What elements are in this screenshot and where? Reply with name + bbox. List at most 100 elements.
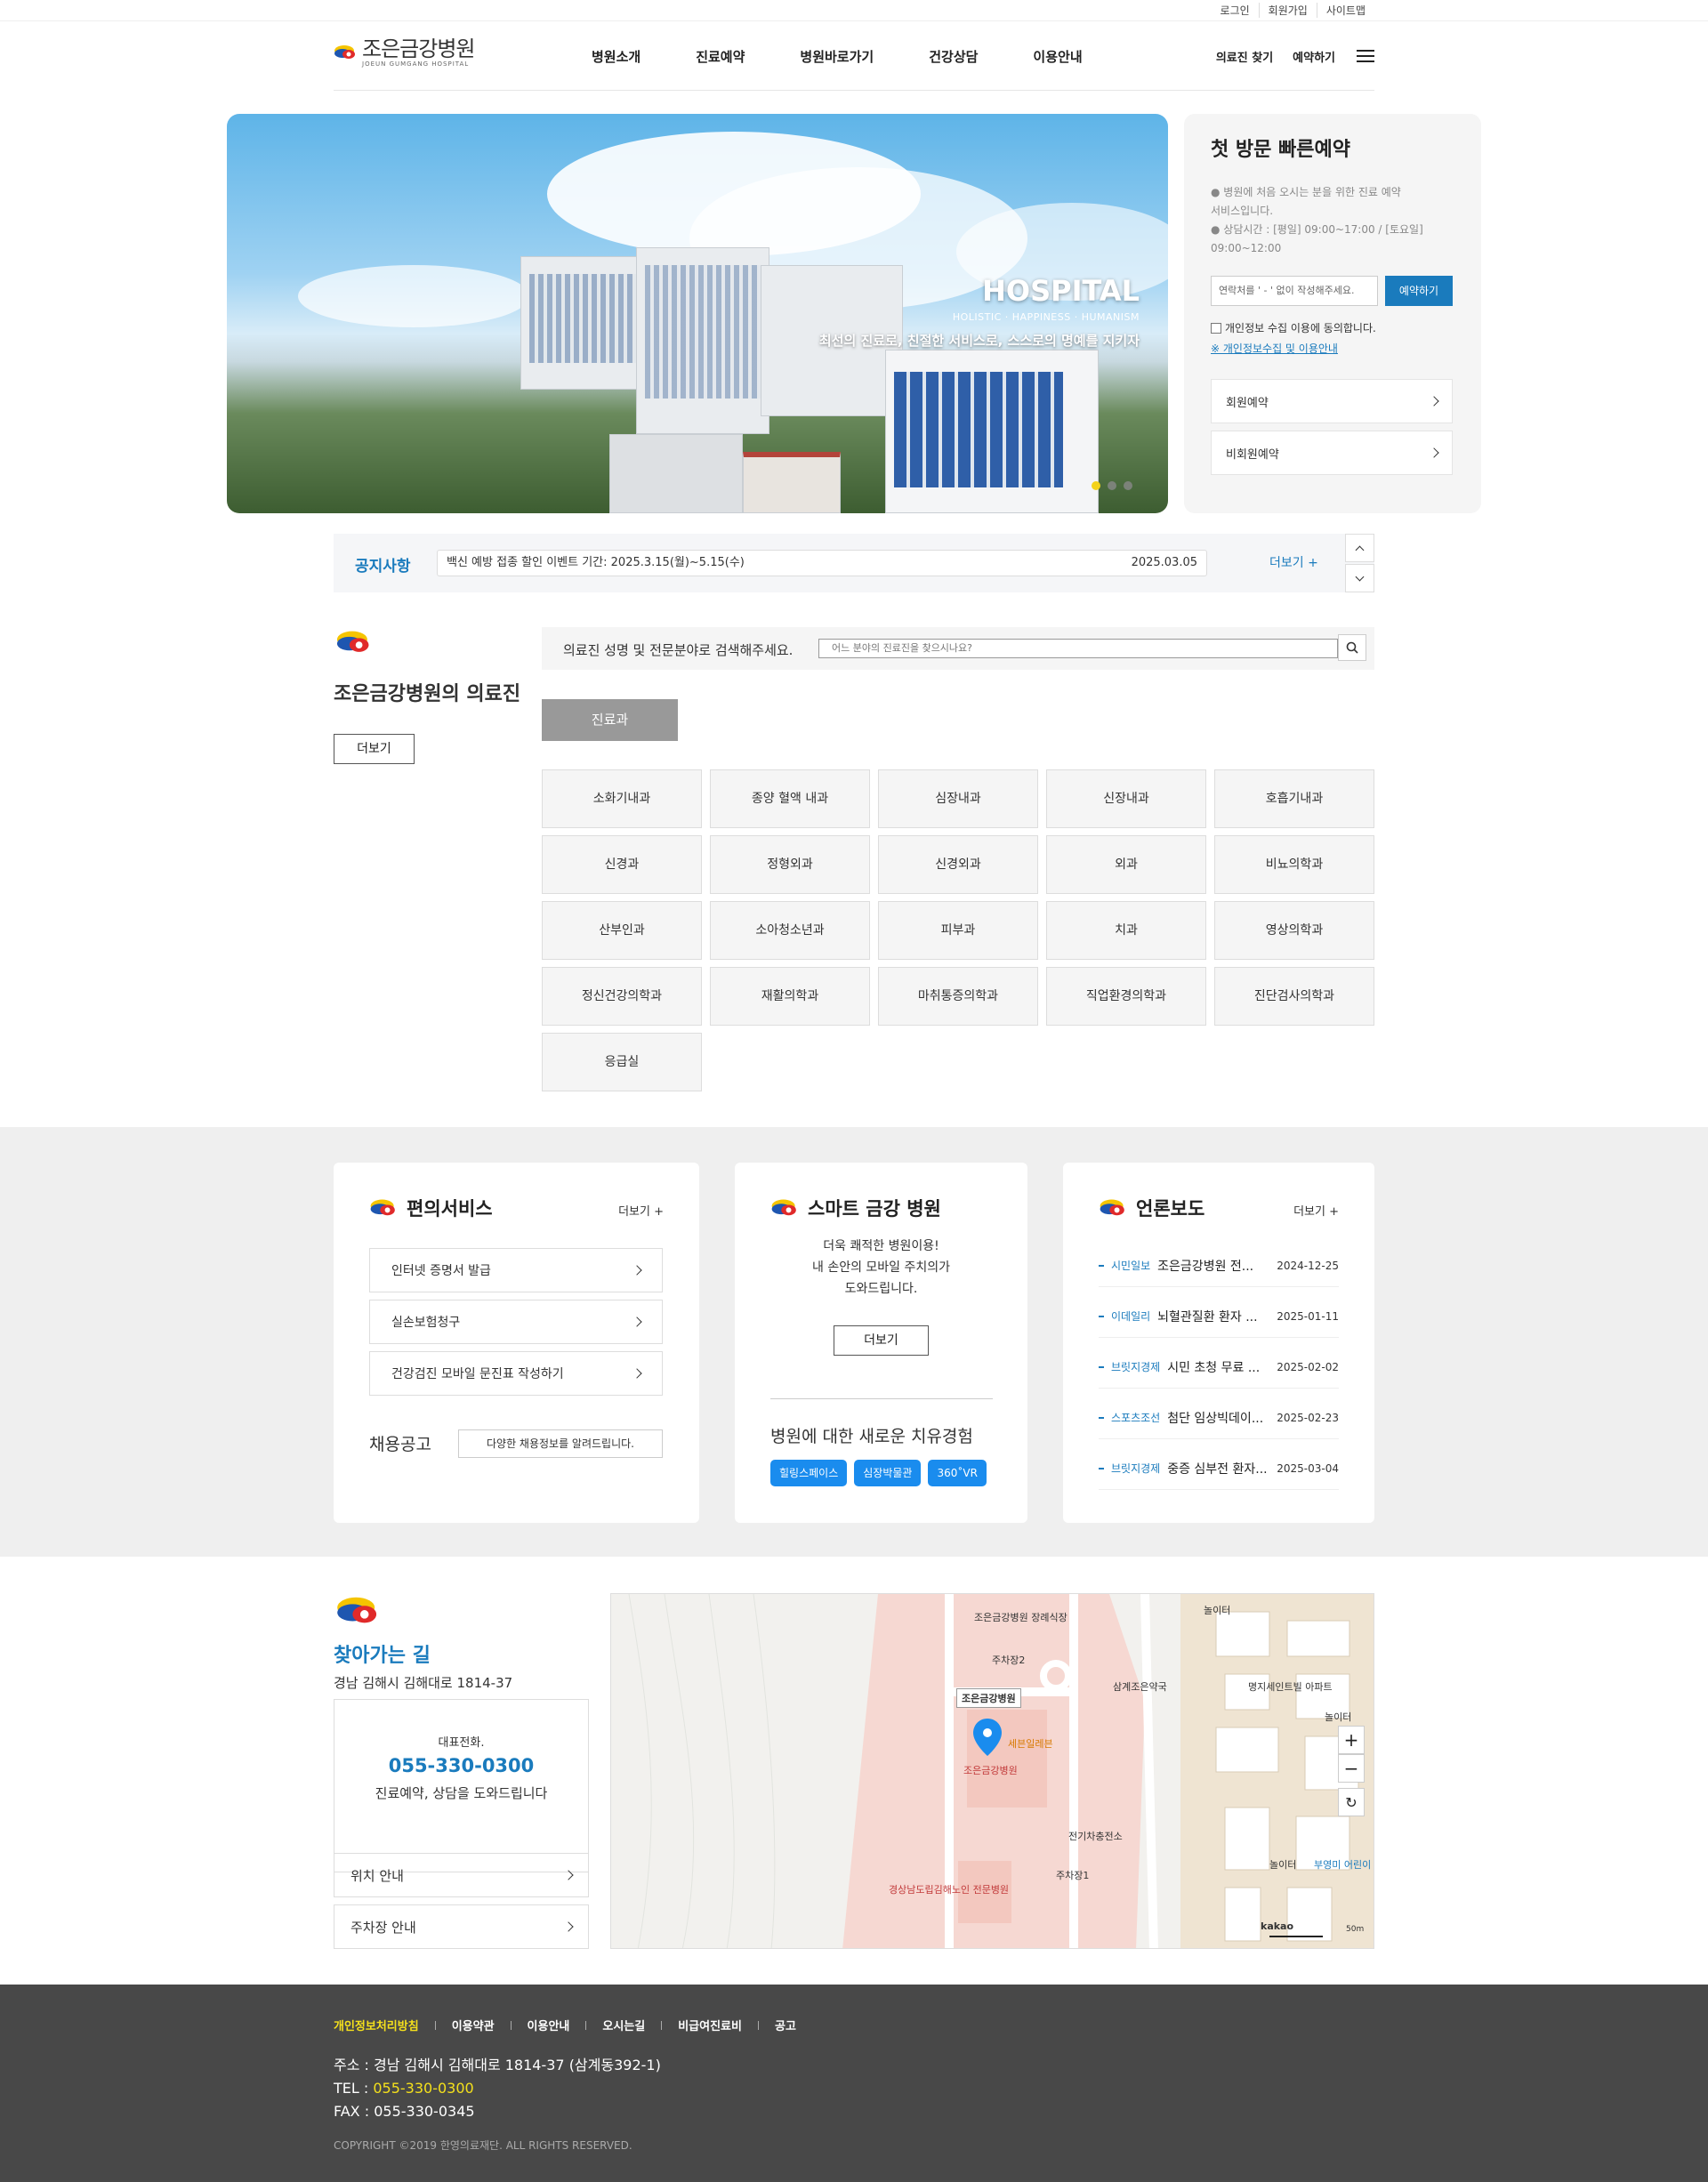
footer-link[interactable]: 개인정보처리방침 [334,2017,419,2033]
hero-banner[interactable]: HOSPITAL HOLISTIC · HAPPINESS · HUMANISM… [227,114,1168,513]
tel-number[interactable]: 055-330-0300 [334,1755,588,1776]
department-button[interactable]: 신경외과 [878,835,1038,894]
press-item[interactable]: 브릿지경제 중증 심부전 환자... 2025-03-04 [1099,1447,1339,1490]
parking-link[interactable]: 주차장 안내 [334,1904,589,1949]
chip-heart-museum[interactable]: 심장박물관 [854,1460,922,1486]
doctor-search-input[interactable]: 어느 분야의 진료진을 찾으시나요? [818,639,1338,658]
zoom-in-button[interactable]: + [1338,1726,1365,1754]
recruit-link[interactable]: 다양한 채용정보를 알려드립니다. [458,1429,663,1458]
nav-guide[interactable]: 이용안내 [1033,47,1082,66]
department-button[interactable]: 외과 [1046,835,1206,894]
department-button[interactable]: 비뇨의학과 [1214,835,1374,894]
nav-hospitals[interactable]: 병원바로가기 [800,47,874,66]
department-button[interactable]: 정형외과 [710,835,870,894]
department-button[interactable]: 직업환경의학과 [1046,967,1206,1026]
slide-dot[interactable] [1124,481,1132,490]
slide-dot[interactable] [1092,481,1100,490]
press-item[interactable]: 스포츠조선 첨단 임상빅데이... 2025-02-23 [1099,1397,1339,1439]
map-label: 놀이터 [1269,1859,1297,1871]
privacy-policy-link[interactable]: ※ 개인정보수집 및 이용안내 [1211,341,1454,356]
chip-healing-space[interactable]: 힐링스페이스 [770,1460,848,1486]
department-button[interactable]: 응급실 [542,1033,702,1091]
directions-address: 경남 김해시 김해대로 1814-37 [334,1675,513,1691]
search-button[interactable] [1338,634,1366,661]
location-link[interactable]: 위치 안내 [334,1853,589,1897]
privacy-agree[interactable]: 개인정보 수집 이용에 동의합니다. [1211,320,1454,335]
service-certificate[interactable]: 인터넷 증명서 발급 [369,1248,663,1292]
doctors-more-button[interactable]: 더보기 [334,734,415,764]
press-item[interactable]: 이데일리 뇌혈관질환 환자 ... 2025-01-11 [1099,1295,1339,1338]
divider [757,2020,759,2030]
notice-more-link[interactable]: 더보기 + [1269,553,1318,571]
press-title-text: 뇌혈관질환 환자 ... [1157,1309,1258,1324]
footer-tel: 055-330-0300 [373,2080,474,2097]
department-button[interactable]: 소화기내과 [542,769,702,828]
smart-more-button[interactable]: 더보기 [834,1325,929,1356]
recruit-title: 채용공고 [369,1435,431,1454]
logo-text-ko: 조은금강병원 [362,36,475,61]
press-item[interactable]: 브릿지경제 시민 초청 무료 ... 2025-02-02 [1099,1346,1339,1389]
signup-link[interactable]: 회원가입 [1258,2,1317,18]
map-label: 삼계조은약국 [1113,1681,1167,1693]
footer-link[interactable]: 공고 [775,2017,796,2033]
sitemap-link[interactable]: 사이트맵 [1316,2,1374,18]
department-button[interactable]: 피부과 [878,901,1038,960]
bullet-icon [1099,1264,1104,1267]
footer-link[interactable]: 오시는길 [602,2017,645,2033]
footer-link[interactable]: 이용약관 [452,2017,495,2033]
department-button[interactable]: 소아청소년과 [710,901,870,960]
service-insurance[interactable]: 실손보험청구 [369,1300,663,1344]
zoom-out-button[interactable]: − [1338,1754,1365,1783]
nav-about[interactable]: 병원소개 [592,47,640,66]
tab-departments[interactable]: 진료과 [542,699,678,741]
press-date: 2025-03-04 [1277,1461,1339,1475]
department-button[interactable]: 치과 [1046,901,1206,960]
department-button[interactable]: 신장내과 [1046,769,1206,828]
refresh-icon[interactable]: ↻ [1338,1788,1365,1816]
footer-link[interactable]: 이용안내 [528,2017,570,2033]
department-button[interactable]: 영상의학과 [1214,901,1374,960]
hero-copy: 최선의 진료로, 친절한 서비스로, 스스로의 명예를 지키자 [818,333,1140,349]
member-reservation-button[interactable]: 회원예약 [1211,379,1453,423]
notice-down-button[interactable] [1345,564,1374,592]
department-button[interactable]: 신경과 [542,835,702,894]
press-more-link[interactable]: 더보기 + [1293,1202,1339,1219]
smart-heading: 병원에 대한 새로운 치유경험 [770,1427,973,1446]
chip-360vr[interactable]: 360˚VR [928,1460,987,1486]
nav-consult[interactable]: 건강상담 [929,47,978,66]
service-checkup[interactable]: 건강검진 모바일 문진표 작성하기 [369,1351,663,1396]
reserve-submit-button[interactable]: 예약하기 [1385,276,1453,306]
department-button[interactable]: 산부인과 [542,901,702,960]
menu-icon[interactable] [1357,50,1374,62]
notice-item[interactable]: 백신 예방 접종 할인 이벤트 기간: 2025.3.15(월)~5.15(수)… [437,550,1207,576]
notice-up-button[interactable] [1345,534,1374,562]
press-item[interactable]: 시민일보 조은금강병원 전... 2024-12-25 [1099,1244,1339,1287]
logo[interactable]: 조은금강병원 JOEUN GUMGANG HOSPITAL [334,36,475,68]
nav-reservation[interactable]: 진료예약 [696,47,745,66]
find-doctor-link[interactable]: 의료진 찾기 [1216,48,1273,65]
phone-input[interactable]: 연락처를 ' - ' 없이 작성해주세요. [1211,276,1378,306]
department-button[interactable]: 진단검사의학과 [1214,967,1374,1026]
logo-text-en: JOEUN GUMGANG HOSPITAL [362,60,470,68]
agree-checkbox[interactable] [1211,322,1221,334]
map-label: 전기차충전소 [1068,1831,1123,1842]
department-button[interactable]: 재활의학과 [710,967,870,1026]
department-button[interactable]: 마취통증의학과 [878,967,1038,1026]
chevron-down-icon [1355,572,1365,581]
hero-subtitle: HOLISTIC · HAPPINESS · HUMANISM [952,311,1140,323]
login-link[interactable]: 로그인 [1212,3,1259,18]
map-label: 주차장2 [992,1655,1026,1666]
convenience-more-link[interactable]: 더보기 + [618,1202,664,1219]
nonmember-reservation-button[interactable]: 비회원예약 [1211,431,1453,475]
map-label: 세븐일레븐 [1008,1738,1053,1750]
map[interactable]: 조은금강병원 장례식장 주차장2 조은금강병원 세븐일레븐 조은금강병원 삼계조… [610,1593,1374,1949]
department-button[interactable]: 심장내과 [878,769,1038,828]
department-button[interactable]: 종양 혈액 내과 [710,769,870,828]
department-button[interactable]: 호흡기내과 [1214,769,1374,828]
slide-dot[interactable] [1108,481,1116,490]
map-label: 조은금강병원 장례식장 [974,1612,1068,1623]
department-button[interactable]: 정신건강의학과 [542,967,702,1026]
reserve-link[interactable]: 예약하기 [1293,48,1335,65]
copyright: COPYRIGHT ©2019 한영의료재단. ALL RIGHTS RESER… [334,2139,632,2152]
footer-link[interactable]: 비급여진료비 [678,2017,742,2033]
